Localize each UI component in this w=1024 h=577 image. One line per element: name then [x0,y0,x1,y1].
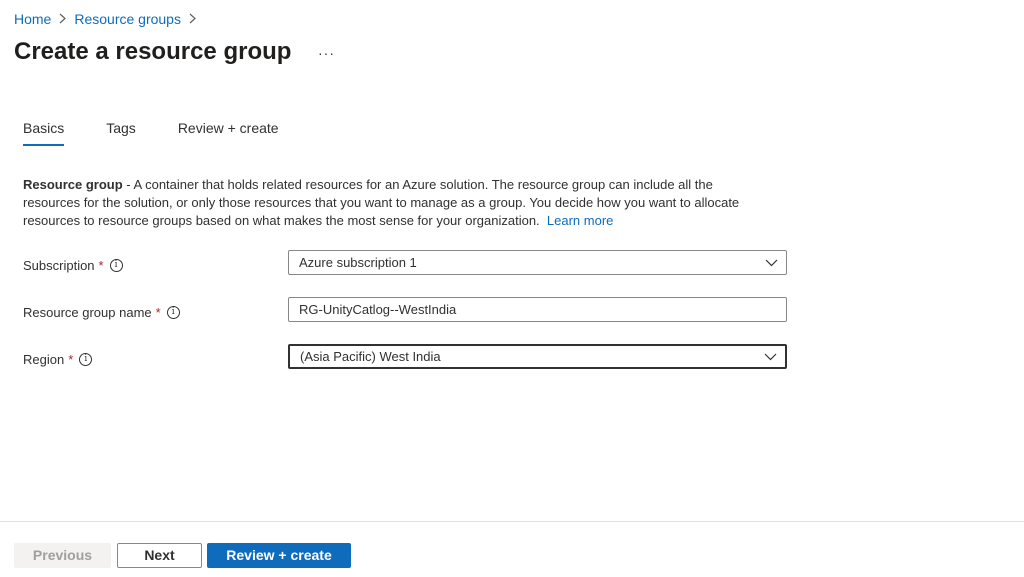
chevron-down-icon [765,251,778,274]
subscription-dropdown[interactable]: Azure subscription 1 [288,250,787,275]
region-label: Region * i [23,352,93,367]
resource-group-name-input[interactable]: RG-UnityCatlog--WestIndia [288,297,787,322]
page-title: Create a resource group [14,38,292,65]
description: Resource group - A container that holds … [23,176,763,230]
resource-group-name-label-text: Resource group name [23,305,152,320]
required-marker: * [68,352,74,367]
subscription-value: Azure subscription 1 [299,255,417,270]
chevron-down-icon [764,346,777,367]
subscription-label-text: Subscription [23,258,95,273]
region-value: (Asia Pacific) West India [300,349,441,364]
description-text: - A container that holds related resourc… [23,177,740,228]
required-marker: * [98,258,104,273]
info-icon[interactable]: i [109,259,123,272]
tab-tags[interactable]: Tags [106,120,136,146]
tab-review-create[interactable]: Review + create [178,120,279,146]
info-icon[interactable]: i [79,353,93,366]
description-term: Resource group [23,177,123,192]
review-create-button[interactable]: Review + create [207,543,351,568]
learn-more-link[interactable]: Learn more [547,213,613,228]
tab-basics[interactable]: Basics [23,120,65,146]
chevron-right-icon [59,12,67,27]
previous-button[interactable]: Previous [14,543,111,568]
more-options-icon[interactable]: ··· [318,45,335,61]
breadcrumb-home-link[interactable]: Home [14,11,51,27]
breadcrumb: Home Resource groups [14,11,204,27]
tab-bar: Basics Tags Review + create [23,120,321,146]
resource-group-name-value: RG-UnityCatlog--WestIndia [299,302,457,317]
next-button[interactable]: Next [117,543,202,568]
subscription-label: Subscription * i [23,258,123,273]
region-dropdown[interactable]: (Asia Pacific) West India [288,344,787,369]
info-icon[interactable]: i [166,306,180,319]
footer-divider [0,521,1024,522]
region-row: Region * i (Asia Pacific) West India [23,344,787,370]
subscription-row: Subscription * i Azure subscription 1 [23,250,787,276]
resource-group-name-row: Resource group name * i RG-UnityCatlog--… [23,297,787,323]
chevron-right-icon [189,12,196,27]
breadcrumb-resource-groups-link[interactable]: Resource groups [74,11,181,27]
region-label-text: Region [23,352,65,367]
resource-group-name-label: Resource group name * i [23,305,180,320]
required-marker: * [155,305,161,320]
